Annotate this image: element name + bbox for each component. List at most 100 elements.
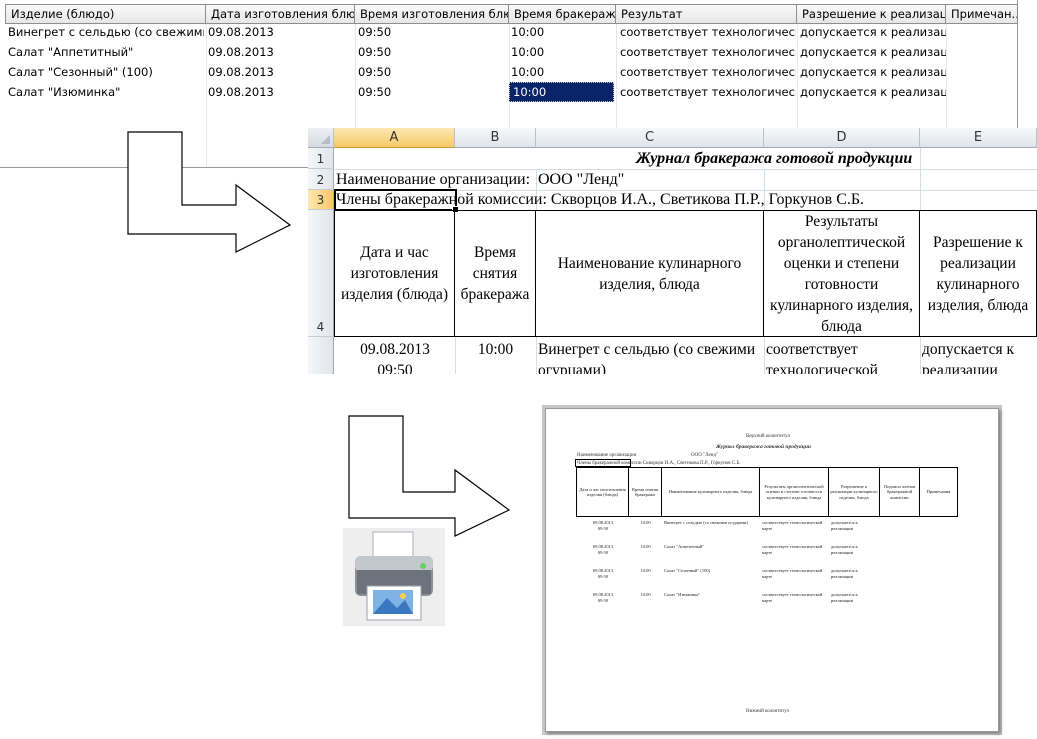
cell-dish[interactable]: Салат "Сезонный" (100) <box>2 62 204 82</box>
cell-made-time[interactable]: 09:50 <box>352 62 506 82</box>
preview-header-dish: Наименование кулинарного изделия, блюда <box>662 468 760 517</box>
printer-icon[interactable] <box>343 528 445 626</box>
header-date-time: Дата и час изготовления изделия (блюда) <box>335 211 455 337</box>
cell-check-time[interactable]: 10:00 <box>505 42 613 62</box>
cell-made-time[interactable]: 09:50 <box>352 82 506 102</box>
preview-header-permission: Разрешение к реализации кулинарного изде… <box>829 468 880 517</box>
cell-result[interactable]: соответствует технологической ... <box>614 82 796 102</box>
cell-note[interactable] <box>946 82 1016 102</box>
preview-row-check: 10:00 <box>640 544 651 549</box>
preview-row-permission: допускается к реализации <box>831 592 858 603</box>
preview-row-dish: Салат "Сезонный" (100) <box>664 568 711 573</box>
select-all-corner[interactable] <box>308 128 334 148</box>
cell-dish[interactable]: Салат "Изюминка" <box>2 82 204 102</box>
preview-header-signatures: Подписи членов бракеражной комиссии <box>880 468 920 517</box>
org-label: Наименование организации: <box>336 171 531 188</box>
preview-row-check: 10:00 <box>640 520 651 525</box>
col-header-date[interactable]: Дата изготовления блюда <box>206 4 355 24</box>
cell-note[interactable] <box>946 42 1016 62</box>
page-footer-text: Нижний колонтитул <box>746 709 790 714</box>
preview-org-value: ООО "Ленд" <box>691 453 718 458</box>
preview-row-permission: допускается к реализации <box>831 544 858 555</box>
cell-date[interactable]: 09.08.2013 <box>202 22 352 42</box>
table-row[interactable]: Салат "Сезонный" (100) 09.08.2013 09:50 … <box>0 62 1018 82</box>
cell-date[interactable]: 09.08.2013 <box>202 42 352 62</box>
table-row[interactable]: Салат "Аппетитный" 09.08.2013 09:50 10:0… <box>0 42 1018 62</box>
preview-row-result: соответствует технологической карте <box>762 592 823 603</box>
cell-permission[interactable]: допускается к реализации <box>794 22 946 42</box>
cell-date[interactable]: 09.08.2013 <box>202 82 352 102</box>
data-date-value: 09.08.2013 <box>360 341 430 358</box>
preview-header-date-time: Дата и час изготовления изделия (блюда) <box>577 468 629 517</box>
col-header-dish[interactable]: Изделие (блюдо) <box>5 4 206 24</box>
col-header-note[interactable]: Примечан... <box>946 4 1018 24</box>
preview-row-check: 10:00 <box>640 592 651 597</box>
data-result[interactable]: соответствует технологической <box>764 337 920 374</box>
print-preview-frame: Верхний колонтитул Журнал бракеража гото… <box>542 405 1002 735</box>
col-header-made-time[interactable]: Время изготовления блюда <box>355 4 509 24</box>
cell-result[interactable]: соответствует технологической ... <box>614 22 796 42</box>
cell-date[interactable]: 09.08.2013 <box>202 62 352 82</box>
preview-header-results: Результаты органолептической оценки и ст… <box>760 468 829 517</box>
row-header-4[interactable]: 4 <box>308 210 334 337</box>
cell-result[interactable]: соответствует технологической ... <box>614 62 796 82</box>
cell-permission[interactable]: допускается к реализации <box>794 42 946 62</box>
row-header-5[interactable] <box>308 337 334 374</box>
header-results: Результаты органолептической оценки и ст… <box>764 211 920 337</box>
table-row[interactable]: Винегрет с сельдью (со свежими ог... 09.… <box>0 22 1018 42</box>
header-permission: Разрешение к реализации кулинарного изде… <box>920 211 1037 337</box>
preview-header-check-time: Время снятия бракеража <box>629 468 662 517</box>
preview-title: Журнал бракеража готовой продукции <box>716 444 811 450</box>
cell-check-time[interactable]: 10:00 <box>505 22 613 42</box>
table-row[interactable]: Салат "Изюминка" 09.08.2013 09:50 10:00 … <box>0 82 1018 102</box>
preview-row-result: соответствует технологической карте <box>762 520 823 531</box>
column-header-b[interactable]: B <box>455 128 536 148</box>
header-check-time: Время снятия бракеража <box>455 211 536 337</box>
preview-row-check: 10:00 <box>640 568 651 573</box>
preview-row-dish: Салат "Аппетитный" <box>664 544 705 549</box>
cell-made-time[interactable]: 09:50 <box>352 42 506 62</box>
row-header-1[interactable]: 1 <box>308 148 334 169</box>
data-check-time[interactable]: 10:00 <box>455 337 536 362</box>
preview-row-date: 09.08.2013 09:50 <box>592 520 614 531</box>
preview-row-result: соответствует технологической карте <box>762 544 823 555</box>
right-arrow-icon <box>348 415 511 537</box>
col-header-result[interactable]: Результат <box>616 4 797 24</box>
col-header-check-time[interactable]: Время бракеража <box>509 4 616 24</box>
data-permission[interactable]: допускается к реализации <box>920 337 1037 374</box>
column-header-d[interactable]: D <box>764 128 920 148</box>
spreadsheet[interactable]: A B C D E 1 2 3 4 Журнал бракеража готов… <box>308 128 1037 374</box>
cell-dish[interactable]: Винегрет с сельдью (со свежими ог... <box>2 22 204 42</box>
grid-header: Изделие (блюдо) Дата изготовления блюда … <box>0 4 1018 24</box>
cell-note[interactable] <box>946 22 1016 42</box>
preview-row-dish: Винегрет с сельдью (со свежими огурцами) <box>664 520 748 525</box>
active-cell-cursor[interactable] <box>334 189 459 213</box>
cell-permission[interactable]: допускается к реализации <box>794 62 946 82</box>
data-dish[interactable]: Винегрет с сельдью (со свежими огурцами) <box>536 337 764 374</box>
col-header-permission[interactable]: Разрешение к реализации <box>797 4 946 24</box>
data-date[interactable]: 09.08.2013 09:50 <box>335 337 455 374</box>
data-time-value: 09:50 <box>377 362 413 374</box>
sheet-title: Журнал бракеража готовой продукции <box>636 150 913 167</box>
preview-row-date: 09.08.2013 09:50 <box>592 544 614 555</box>
preview-header-notes: Примечания <box>920 468 958 517</box>
preview-row-result: соответствует технологической карте <box>762 568 823 579</box>
page-header-text: Верхний колонтитул <box>746 434 790 439</box>
cell-note[interactable] <box>946 62 1016 82</box>
cell-dish[interactable]: Салат "Аппетитный" <box>2 42 204 62</box>
org-value: ООО "Ленд" <box>538 171 625 188</box>
cell-result[interactable]: соответствует технологической ... <box>614 42 796 62</box>
header-dish-name: Наименование кулинарного изделия, блюда <box>536 211 764 337</box>
column-header-e[interactable]: E <box>920 128 1037 148</box>
preview-row-date: 09.08.2013 09:50 <box>592 592 614 603</box>
row-header-2[interactable]: 2 <box>308 169 334 190</box>
column-header-a[interactable]: A <box>334 128 455 148</box>
row-header-3[interactable]: 3 <box>308 190 334 210</box>
right-arrow-icon <box>127 131 292 253</box>
column-header-c[interactable]: C <box>536 128 764 148</box>
cell-permission[interactable]: допускается к реализации <box>794 82 946 102</box>
cell-check-time-selected[interactable]: 10:00 <box>509 82 614 102</box>
cell-check-time[interactable]: 10:00 <box>505 62 613 82</box>
print-preview-page[interactable]: Верхний колонтитул Журнал бракеража гото… <box>545 408 999 732</box>
cell-made-time[interactable]: 09:50 <box>352 22 506 42</box>
